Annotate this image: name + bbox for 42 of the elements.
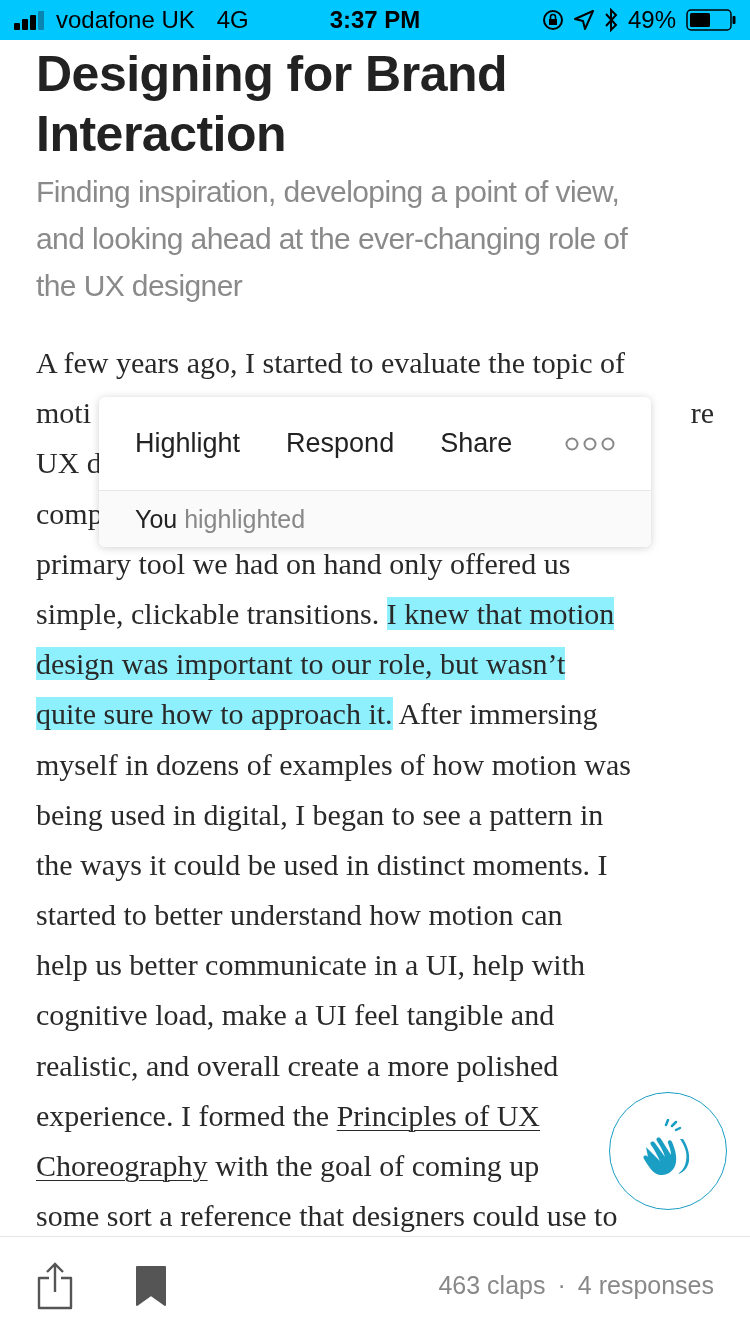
body-text: moti	[36, 395, 91, 432]
article-title: Designing for Brand Interaction	[36, 45, 509, 164]
body-text: cognitive load, make a UI feel tangible and	[36, 998, 555, 1032]
article-link[interactable]: Choreography	[36, 1149, 208, 1182]
body-text: primary tool we had on hand only offered us	[36, 546, 571, 580]
article-link[interactable]: Principles of UX	[336, 1098, 540, 1132]
separator-dot: ·	[557, 1271, 566, 1300]
popup-action[interactable]: Highlight	[135, 428, 241, 459]
highlighted-text: design was important to our role, but wasn’t	[36, 647, 566, 681]
popup-action[interactable]: Share	[440, 428, 513, 459]
bookmark-icon[interactable]	[134, 1264, 168, 1307]
rotation-lock-icon	[541, 9, 564, 31]
share-icon[interactable]	[36, 1261, 74, 1310]
body-text: simple, clickable transitions.	[36, 596, 381, 630]
body-text: some sort a reference that designers could use to	[36, 1199, 618, 1233]
body-text: realistic, and overall create a more polished	[36, 1048, 559, 1082]
body-text: being used in digital, I began to see a pattern in	[36, 797, 604, 831]
body-text: the ways it could be used in distinct moments. I	[36, 847, 608, 881]
bluetooth-icon	[603, 8, 618, 32]
clock: 3:37 PM	[329, 6, 421, 34]
highlighter-name: You	[135, 504, 178, 534]
responses-count[interactable]: 4 responses	[577, 1271, 714, 1300]
location-icon	[573, 10, 594, 30]
body-text: help us better communicate in a UI, help with	[36, 948, 585, 982]
body-text: started to better understand how motion can	[36, 898, 563, 932]
highlight-label: highlighted	[184, 504, 306, 534]
battery-icon	[686, 9, 736, 31]
body-text: After immersing	[397, 697, 598, 731]
body-text: myself in dozens of examples of how motion was	[36, 747, 631, 781]
claps-count[interactable]: 463 claps	[438, 1271, 546, 1300]
body-text: with the goal of coming up	[214, 1149, 540, 1182]
body-text: experience. I formed the	[36, 1098, 331, 1132]
article-subtitle: Finding inspiration, developing a point of view, and looking ahead at the ever-changing role of the UX designer	[36, 174, 629, 304]
highlighted-text: I knew that motion	[386, 596, 615, 630]
network-type: 4G	[216, 6, 249, 34]
popup-action[interactable]: Respond	[286, 428, 395, 459]
battery-percentage: 49%	[627, 6, 676, 34]
body-text: A few years ago, I started to evaluate the topic of	[36, 346, 625, 379]
highlighted-text: quite sure how to approach it.	[36, 697, 393, 731]
carrier-name: vodafone UK	[56, 6, 195, 34]
more-icon[interactable]	[565, 436, 615, 451]
body-text-fragment: re	[690, 395, 714, 432]
